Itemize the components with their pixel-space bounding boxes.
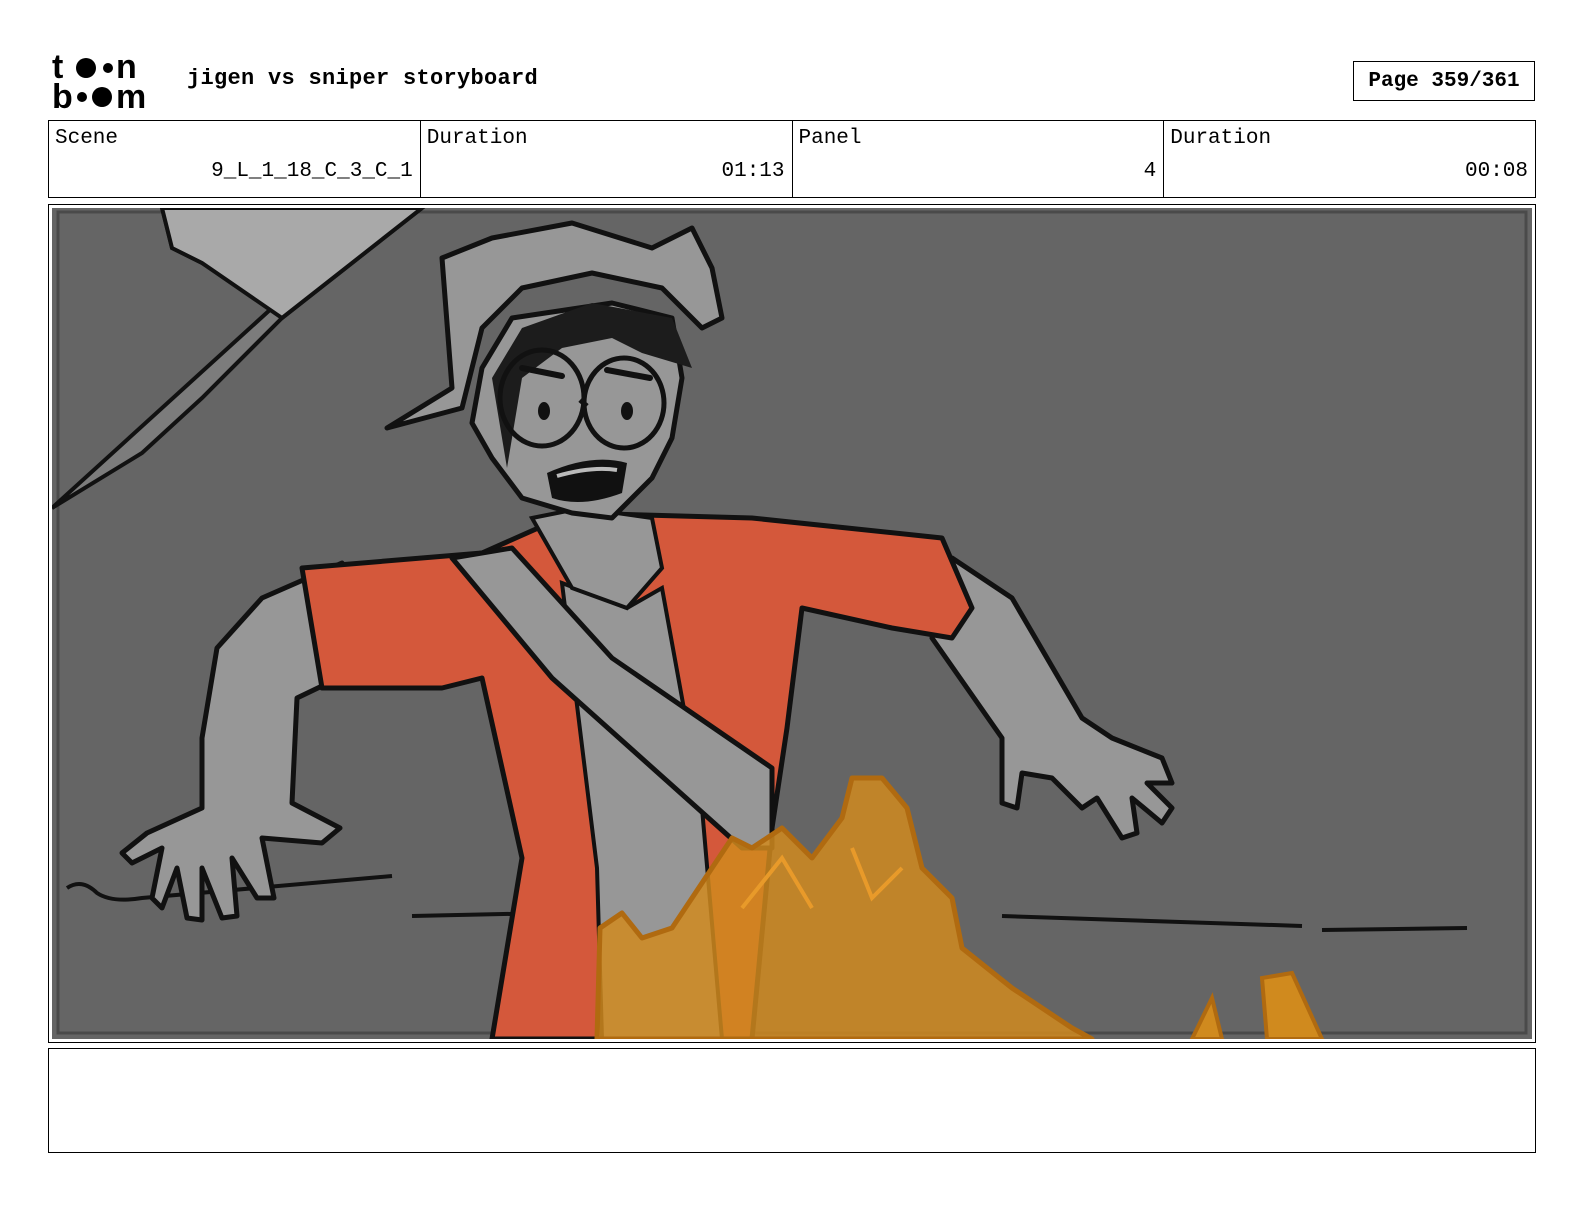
- document-title: jigen vs sniper storyboard: [187, 66, 539, 91]
- toon-boom-logo: t n b m: [52, 50, 146, 112]
- page-indicator: Page 359/361: [1353, 61, 1535, 101]
- panel-cell: Panel 4: [793, 121, 1165, 197]
- panel-label: Panel: [798, 127, 862, 150]
- scene-cell: Scene 9_L_1_18_C_3_C_1: [49, 121, 421, 197]
- scene-duration-cell: Duration 01:13: [421, 121, 793, 197]
- panel-duration-label: Duration: [1170, 127, 1272, 150]
- panel-duration-cell: Duration 00:08: [1164, 121, 1535, 197]
- storyboard-panel-image: [52, 208, 1532, 1039]
- scene-value: 9_L_1_18_C_3_C_1: [211, 160, 413, 183]
- scene-label: Scene: [55, 127, 119, 150]
- scene-duration-value: 01:13: [721, 160, 785, 183]
- scene-duration-label: Duration: [426, 127, 528, 150]
- storyboard-panel-frame: [48, 204, 1536, 1043]
- panel-notes-box: [48, 1048, 1536, 1153]
- svg-text:m: m: [116, 78, 146, 112]
- svg-text:b: b: [52, 78, 73, 112]
- panel-value: 4: [1143, 160, 1157, 183]
- scene-info-table: Scene 9_L_1_18_C_3_C_1 Duration 01:13 Pa…: [48, 120, 1536, 198]
- panel-duration-value: 00:08: [1464, 160, 1528, 183]
